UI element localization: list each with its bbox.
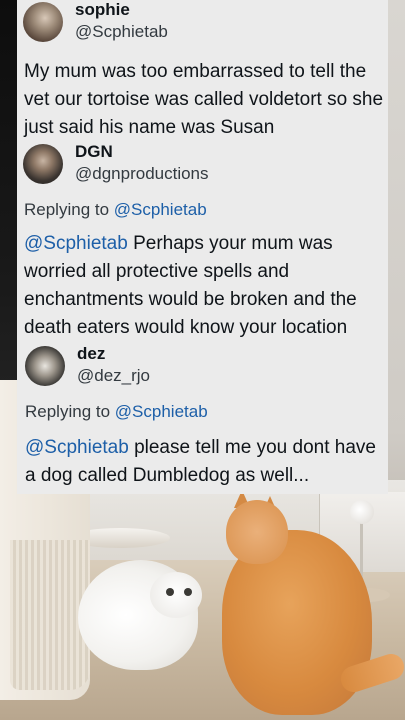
mention-link[interactable]: @Scphietab [24,233,128,254]
replying-to-link[interactable]: @Scphietab [115,402,208,421]
replying-to-line: Replying to @Scphietab [25,402,208,422]
tweet-text: My mum was too embarrassed to tell the v… [24,61,384,138]
replying-to-line: Replying to @Scphietab [24,200,207,220]
white-cat-head [150,572,202,618]
replying-to-link[interactable]: @Scphietab [114,200,207,219]
tweet-text: @Scphietab please tell me you dont have … [25,434,387,490]
user-handle[interactable]: @dez_rjo [77,366,150,386]
white-cat-eye [166,588,174,596]
replying-prefix: Replying to [24,200,114,219]
replying-prefix: Replying to [25,402,115,421]
user-handle[interactable]: @dgnproductions [75,164,209,184]
orange-cat-head [226,500,288,564]
white-cat-eye [184,588,192,596]
sophie-avatar[interactable] [23,2,63,42]
tweet-text: @Scphietab Perhaps your mum was worried … [24,230,386,342]
display-name[interactable]: sophie [75,0,130,20]
dez-avatar[interactable] [25,346,65,386]
display-name[interactable]: DGN [75,142,113,162]
lamp-globe [350,500,374,524]
display-name[interactable]: dez [77,344,105,364]
dgn-avatar[interactable] [23,144,63,184]
mention-link[interactable]: @Scphietab [25,437,129,458]
tweet-thread-card: sophie @Scphietab My mum was too embarra… [17,0,388,494]
user-handle[interactable]: @Scphietab [75,22,168,42]
